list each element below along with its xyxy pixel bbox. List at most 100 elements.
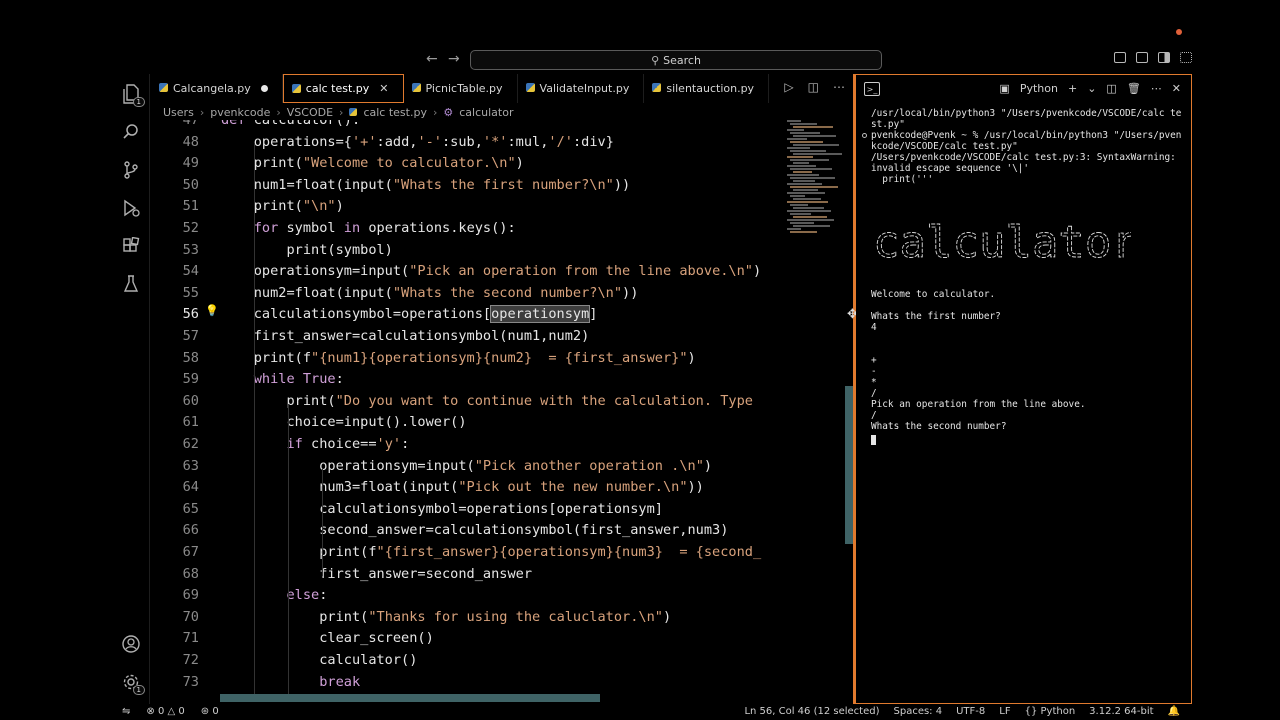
horizontal-scrollbar[interactable]: [220, 694, 600, 702]
customize-layout-icon[interactable]: [1180, 52, 1192, 63]
line-number: 52: [182, 220, 199, 236]
code-line[interactable]: 63 operationsym=input("Pick another oper…: [151, 458, 791, 480]
tab-calc-test[interactable]: calc test.py ✕: [282, 74, 404, 103]
code-line[interactable]: 64 num3=float(input("Pick out the new nu…: [151, 479, 791, 501]
code-text: def calculator():: [221, 120, 361, 128]
code-line[interactable]: 62 if choice=='y':: [151, 436, 791, 458]
gear-icon[interactable]: 1: [121, 672, 145, 695]
terminal-icon[interactable]: >_: [864, 82, 880, 96]
terminal-profile-icon: ▣: [999, 82, 1010, 95]
code-area[interactable]: 47 def calculator(): 48 operations={'+':ad…: [151, 120, 791, 698]
more-actions-icon[interactable]: ⋯: [833, 80, 845, 94]
layout-controls: [1114, 52, 1192, 63]
code-line[interactable]: 72 calculator(): [151, 652, 791, 674]
terminal-line: /: [871, 410, 877, 421]
code-line[interactable]: 66 second_answer=calculationsymbol(first…: [151, 522, 791, 544]
end-of-line[interactable]: LF: [999, 706, 1010, 717]
ascii-art-banner: calculator: [873, 217, 1131, 269]
remote-icon[interactable]: ⇋: [122, 706, 130, 717]
ports-indicator[interactable]: ⊛ 0: [201, 706, 219, 717]
toggle-primary-sidebar-icon[interactable]: [1114, 52, 1126, 63]
trash-icon[interactable]: 🗑: [1127, 82, 1141, 95]
breadcrumb-item[interactable]: calc test.py: [363, 106, 427, 119]
code-line[interactable]: 57 first_answer=calculationsymbol(num1,n…: [151, 328, 791, 350]
source-control-icon[interactable]: [121, 160, 141, 180]
code-line[interactable]: 67 print(f"{first_answer}{operationsym}{…: [151, 544, 791, 566]
encoding[interactable]: UTF-8: [956, 706, 985, 717]
code-line[interactable]: 55 num2=float(input("Whats the second nu…: [151, 285, 791, 307]
breadcrumb-item[interactable]: pvenkcode: [210, 106, 270, 119]
language-mode[interactable]: {} Python: [1025, 706, 1076, 717]
code-line[interactable]: 60 print("Do you want to continue with t…: [151, 393, 791, 415]
code-line[interactable]: 73 break: [151, 674, 791, 696]
tab-validateinput[interactable]: ValidateInput.py: [518, 74, 645, 103]
terminal-output[interactable]: Welcome to calculator. Whats the first nu…: [871, 289, 1183, 432]
breadcrumb-item[interactable]: VSCODE: [287, 106, 333, 119]
ascii-art-word: calculator: [873, 217, 1131, 268]
run-debug-icon[interactable]: [121, 198, 141, 218]
tab-picnictable[interactable]: PicnicTable.py: [404, 74, 518, 103]
run-icon[interactable]: ▷: [784, 80, 793, 94]
vertical-scrollbar[interactable]: [845, 386, 853, 544]
code-line[interactable]: 68 first_answer=second_answer: [151, 566, 791, 588]
minimap-line: [787, 201, 828, 203]
shell-label[interactable]: Python: [1020, 82, 1058, 95]
new-terminal-icon[interactable]: +: [1068, 82, 1077, 95]
split-editor-icon[interactable]: ◫: [808, 80, 819, 94]
command-center-search[interactable]: ⚲ Search: [470, 50, 882, 70]
terminal-line: Whats the first number?: [871, 311, 1001, 322]
code-line[interactable]: 53 print(symbol): [151, 242, 791, 264]
extensions-icon[interactable]: [121, 236, 141, 256]
terminal-output-header[interactable]: /usr/local/bin/python3 "/Users/pvenkcode…: [871, 108, 1183, 185]
indentation[interactable]: Spaces: 4: [894, 706, 943, 717]
close-icon[interactable]: ✕: [379, 82, 388, 95]
code-line[interactable]: 58 print(f"{num1}{operationsym}{num2} = …: [151, 350, 791, 372]
code-line[interactable]: 52 for symbol in operations.keys():: [151, 220, 791, 242]
tab-silentauction[interactable]: silentauction.py: [644, 74, 770, 103]
problems-indicator[interactable]: ⊗ 0 △ 0: [146, 706, 184, 717]
code-line[interactable]: 59 while True:: [151, 371, 791, 393]
interpreter-version[interactable]: 3.12.2 64-bit: [1089, 706, 1153, 717]
code-line[interactable]: 71 clear_screen(): [151, 630, 791, 652]
minimap-line: [787, 138, 807, 140]
breadcrumb-item[interactable]: calculator: [459, 106, 513, 119]
code-line[interactable]: 65 calculationsymbol=operations[operatio…: [151, 501, 791, 523]
toggle-secondary-sidebar-icon[interactable]: [1158, 52, 1170, 63]
account-icon[interactable]: [121, 634, 141, 654]
lightbulb-icon[interactable]: 💡: [205, 304, 219, 317]
code-line[interactable]: 56 calculationsymbol=operations[operatio…: [151, 304, 791, 328]
cursor-position[interactable]: Ln 56, Col 46 (12 selected): [744, 706, 879, 717]
code-text: for symbol in operations.keys():: [253, 220, 516, 236]
command-decoration-icon[interactable]: [862, 133, 867, 138]
minimap[interactable]: [787, 120, 845, 240]
code-line[interactable]: 61 choice=input().lower(): [151, 414, 791, 436]
chevron-down-icon[interactable]: ⌄: [1087, 82, 1096, 95]
code-line[interactable]: 51 print("\n"): [151, 198, 791, 220]
more-actions-icon[interactable]: ⋯: [1151, 82, 1162, 95]
minimap-line: [787, 129, 804, 131]
ports-count: 0: [212, 706, 219, 717]
search-icon[interactable]: [121, 122, 141, 142]
testing-icon[interactable]: [121, 274, 141, 294]
unsaved-dot-icon[interactable]: [260, 85, 268, 92]
code-line[interactable]: 70 print("Thanks for using the caluclato…: [151, 609, 791, 631]
code-line[interactable]: 49 print("Welcome to calculator.\n"): [151, 155, 791, 177]
code-line[interactable]: 48 operations={'+':add,'-':sub,'*':mul,'…: [151, 134, 791, 156]
toggle-panel-icon[interactable]: [1136, 52, 1148, 63]
minimap-line: [793, 189, 818, 191]
back-arrow-icon[interactable]: ←: [426, 51, 438, 67]
code-line[interactable]: 54 operationsym=input("Pick an operation…: [151, 263, 791, 285]
code-line[interactable]: 50 num1=float(input("Whats the first num…: [151, 177, 791, 199]
files-icon[interactable]: 1: [121, 84, 145, 107]
breadcrumb-item[interactable]: Users: [163, 106, 194, 119]
code-line[interactable]: 69 else:: [151, 587, 791, 609]
code-line[interactable]: 47 def calculator():: [151, 120, 791, 134]
line-number: 66: [182, 522, 199, 539]
forward-arrow-icon[interactable]: →: [448, 51, 460, 67]
split-terminal-icon[interactable]: ◫: [1106, 82, 1116, 95]
minimap-line: [793, 135, 836, 137]
tab-calcangela[interactable]: Calcangela.py: [151, 74, 283, 103]
close-icon[interactable]: ✕: [1172, 82, 1181, 95]
minimap-line: [790, 150, 826, 152]
bell-icon[interactable]: 🔔: [1168, 706, 1180, 717]
